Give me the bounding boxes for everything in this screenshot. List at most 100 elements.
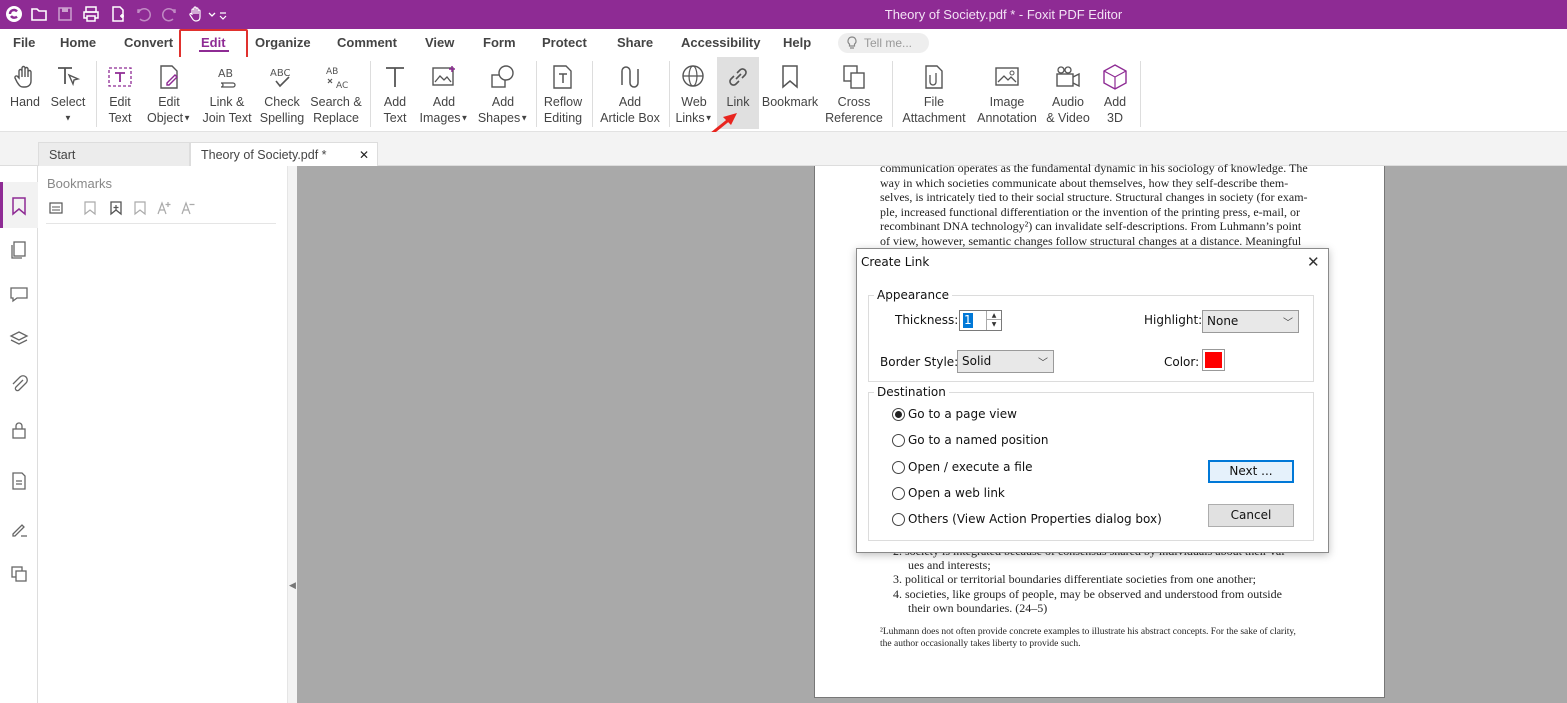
link-join-text-button[interactable]: AB Link & Join Text: [198, 57, 256, 129]
add-bookmark-icon[interactable]: [108, 200, 124, 216]
hand-button[interactable]: Hand: [5, 57, 45, 129]
close-icon[interactable]: ✕: [359, 148, 369, 162]
svg-text:AB: AB: [218, 67, 233, 80]
file-attach-label-1: File: [923, 95, 945, 109]
option-named-position-label[interactable]: Go to a named position: [908, 433, 1048, 447]
panel-splitter[interactable]: ◀: [287, 166, 297, 703]
decrease-font-icon[interactable]: [180, 200, 196, 216]
paragraph-line: selves, is intricately tied to their soc…: [880, 190, 1308, 205]
chevron-down-icon: ﹀: [1038, 358, 1048, 369]
menu-accessibility[interactable]: Accessibility: [681, 35, 761, 50]
edit-object-caret-icon: ▼: [183, 113, 192, 123]
thickness-value[interactable]: 1: [963, 313, 973, 328]
search-replace-button[interactable]: AB AC Search & Replace: [308, 57, 364, 129]
menu-help[interactable]: Help: [783, 35, 811, 50]
add-article-box-button[interactable]: Add Article Box: [598, 57, 662, 129]
edit-text-icon: [106, 63, 134, 91]
check-spelling-button[interactable]: ABC Check Spelling: [259, 57, 305, 129]
web-links-label-1: Web: [681, 95, 707, 109]
bookmark-options-icon[interactable]: [48, 200, 64, 216]
edit-object-label-2: Object: [146, 111, 184, 125]
option-others-label[interactable]: Others (View Action Properties dialog bo…: [908, 512, 1162, 526]
bookmarks-title: Bookmarks: [47, 176, 113, 191]
menu-protect[interactable]: Protect: [542, 35, 587, 50]
panel-divider: [46, 223, 276, 224]
edit-text-button[interactable]: Edit Text: [101, 57, 139, 129]
edit-object-icon: [155, 63, 183, 91]
ribbon-toolbar: Hand Select ▼ Edit Text Edit Object▼ AB Lin…: [0, 57, 1567, 132]
menu-view[interactable]: View: [425, 35, 454, 50]
audio-video-label-1: Audio: [1052, 95, 1084, 109]
cancel-button[interactable]: Cancel: [1208, 504, 1294, 527]
reflow-editing-button[interactable]: Reflow Editing: [541, 57, 585, 129]
image-annotation-icon: [993, 63, 1021, 91]
tab-document[interactable]: Theory of Society.pdf * ✕: [190, 142, 378, 166]
select-button[interactable]: Select ▼: [47, 57, 89, 129]
increase-font-icon[interactable]: [156, 200, 172, 216]
stepper-up-icon[interactable]: ▲: [987, 311, 1001, 320]
cross-ref-label-1: Cross: [837, 95, 871, 109]
close-icon[interactable]: ✕: [1307, 253, 1320, 271]
tell-me-search[interactable]: Tell me...: [838, 33, 929, 53]
menu-form[interactable]: Form: [483, 35, 516, 50]
appearance-label: Appearance: [874, 288, 953, 302]
stepper-down-icon[interactable]: ▼: [987, 320, 1001, 329]
signature-panel-icon[interactable]: [9, 518, 29, 538]
audio-video-button[interactable]: Audio & Video: [1044, 57, 1092, 129]
edit-object-button[interactable]: Edit Object▼: [144, 57, 194, 129]
thickness-stepper-buttons: ▲ ▼: [986, 311, 1001, 330]
delete-bookmark-icon[interactable]: [132, 200, 148, 216]
menu-home[interactable]: Home: [60, 35, 96, 50]
file-attachment-button[interactable]: File Attachment: [898, 57, 970, 129]
menu-share[interactable]: Share: [617, 35, 653, 50]
bookmarks-panel-icon[interactable]: [9, 196, 29, 216]
video-camera-icon: [1054, 63, 1082, 91]
window-title: Theory of Society.pdf * - Foxit PDF Edit…: [884, 7, 1123, 22]
title-bar: Theory of Society.pdf * - Foxit PDF Edit…: [0, 0, 1567, 29]
add-3d-button[interactable]: Add 3D: [1096, 57, 1134, 129]
option-web-link-label[interactable]: Open a web link: [908, 486, 1005, 500]
paragraph-line: communication operates as the fundamenta…: [880, 161, 1308, 175]
paragraph-line: of view, however, semantic changes follo…: [880, 233, 1302, 248]
color-picker[interactable]: [1202, 349, 1225, 371]
radio-others[interactable]: [892, 513, 905, 526]
cross-reference-icon: [840, 63, 868, 91]
page-paragraph: communication operates as the fundamenta…: [880, 161, 1320, 249]
collapse-left-icon[interactable]: ◀: [289, 580, 296, 591]
add-text-button[interactable]: Add Text: [377, 57, 413, 129]
menu-organize[interactable]: Organize: [255, 35, 311, 50]
color-label: Color:: [1164, 355, 1200, 369]
menu-file[interactable]: File: [13, 35, 35, 50]
bookmark-button[interactable]: Bookmark: [761, 57, 819, 129]
border-style-select[interactable]: Solid ﹀: [957, 350, 1054, 373]
option-page-view-label[interactable]: Go to a page view: [908, 407, 1017, 421]
radio-named-position[interactable]: [892, 434, 905, 447]
menu-comment[interactable]: Comment: [337, 35, 397, 50]
radio-web-link[interactable]: [892, 487, 905, 500]
image-annotation-button[interactable]: Image Annotation: [973, 57, 1041, 129]
option-execute-file-label[interactable]: Open / execute a file: [908, 460, 1033, 474]
footnote-line: the author occasionally takes liberty to…: [880, 638, 1081, 649]
comments-panel-icon[interactable]: [9, 284, 29, 304]
pages-panel-icon[interactable]: [9, 240, 29, 260]
cross-reference-button[interactable]: Cross Reference: [823, 57, 885, 129]
next-button[interactable]: Next ...: [1208, 460, 1294, 483]
layers-panel-icon[interactable]: [9, 329, 29, 349]
radio-execute-file[interactable]: [892, 461, 905, 474]
attachments-panel-icon[interactable]: [9, 374, 29, 394]
expand-bookmark-icon[interactable]: [82, 200, 98, 216]
border-style-value: Solid: [962, 354, 992, 368]
compare-panel-icon[interactable]: [9, 564, 29, 584]
security-panel-icon[interactable]: [9, 420, 29, 440]
highlight-select[interactable]: None ﹀: [1202, 310, 1299, 333]
add-images-button[interactable]: Add Images▼: [418, 57, 470, 129]
tab-start[interactable]: Start: [38, 142, 190, 166]
document-properties-icon[interactable]: [9, 471, 29, 491]
edit-text-label-1: Edit: [109, 95, 131, 109]
add-shapes-button[interactable]: Add Shapes▼: [476, 57, 530, 129]
search-replace-icon: AB AC: [322, 63, 350, 91]
add-images-label-1: Add: [432, 95, 456, 109]
thickness-stepper[interactable]: 1 ▲ ▼: [959, 310, 1002, 331]
radio-page-view[interactable]: [892, 408, 905, 421]
menu-convert[interactable]: Convert: [124, 35, 173, 50]
